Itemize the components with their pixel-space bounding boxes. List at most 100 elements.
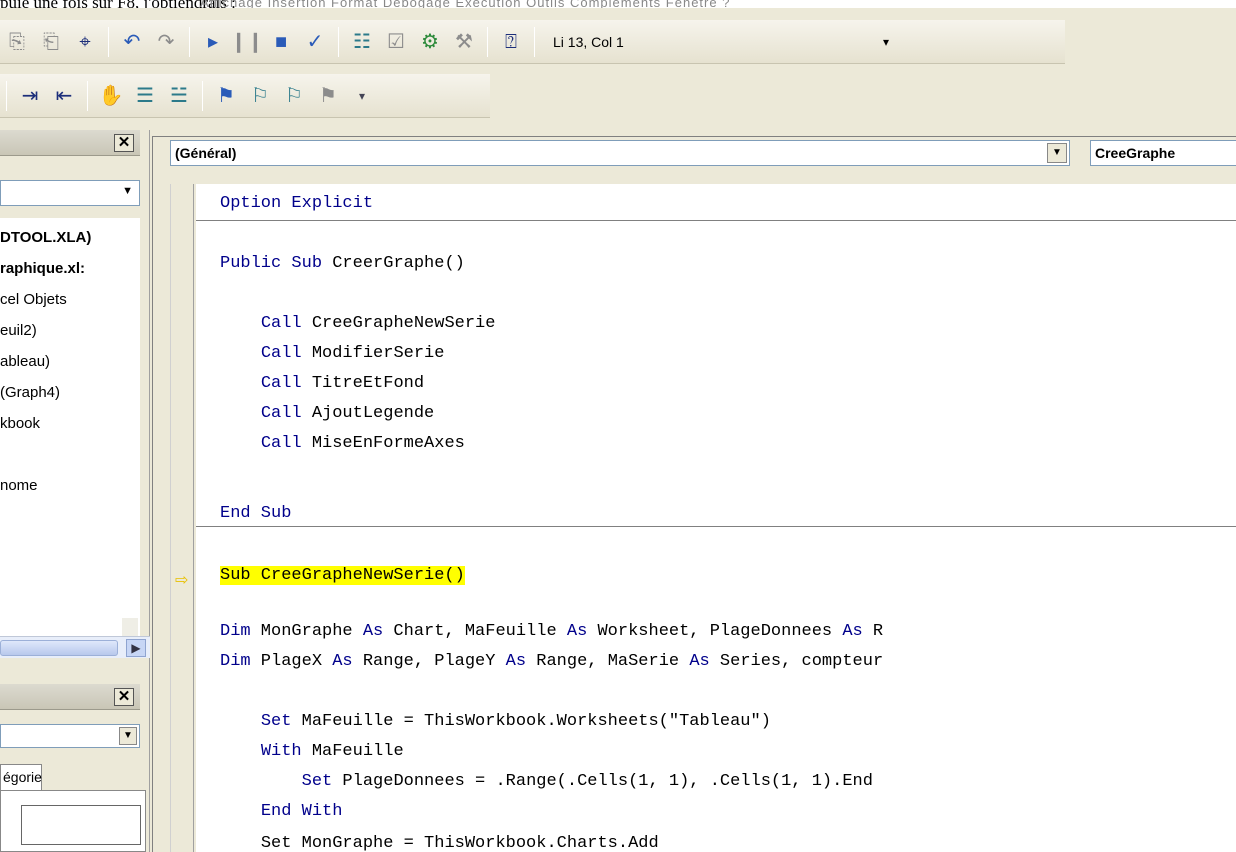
undo-icon[interactable]: ↶ (117, 26, 147, 58)
bookmark-clear-icon[interactable]: ⚑ (313, 80, 343, 112)
code-text: TitreEtFond (301, 374, 425, 393)
find-icon[interactable]: ⌖ (70, 26, 100, 58)
horizontal-scrollbar[interactable]: ▶ (0, 636, 150, 658)
code-line-sub-decl: Public Sub CreerGraphe() (220, 252, 465, 276)
menu-bar-ghost: Affichage Insertion Format Débogage Exéc… (200, 0, 731, 8)
design-mode-icon[interactable]: ✓ (300, 26, 330, 58)
margin-indicator-bar[interactable]: ⇨ (170, 184, 194, 852)
tab-categorie[interactable]: égorie (0, 764, 42, 790)
code-line-end-sub: End Sub (220, 502, 291, 526)
tree-item[interactable]: (Graph4) (0, 383, 60, 403)
close-icon[interactable]: ✕ (114, 688, 134, 706)
toolbar-area: ⎘ ⎗ ⌖ ↶ ↷ ▸ ❙❙ ■ ✓ ☷ ☑ ⚙ ⚒ ⍰ Li 13, Col … (0, 8, 1236, 130)
chevron-down-icon[interactable]: ▼ (122, 185, 133, 197)
tree-item[interactable]: nome (0, 476, 38, 496)
code-text: Series, compteur (709, 652, 884, 671)
code-keyword: Set (301, 772, 333, 791)
scrollbar-thumb[interactable] (0, 640, 118, 656)
chevron-down-icon[interactable]: ▼ (119, 727, 137, 745)
project-explorer-icon[interactable]: ☷ (347, 26, 377, 58)
code-line-call: Call ModifierSerie (220, 342, 445, 366)
code-text: MonGraphe (250, 622, 363, 641)
toolbar-options-icon[interactable]: ▾ (347, 80, 377, 112)
code-keyword: Call (260, 404, 302, 423)
code-text: CreerGraphe() (322, 254, 465, 273)
stop-icon[interactable]: ■ (266, 26, 296, 58)
code-line-call: Call AjoutLegende (220, 402, 434, 426)
comment-icon[interactable]: ☰ (130, 80, 160, 112)
toolbar-separator (487, 26, 488, 57)
bookmark-next-icon[interactable]: ⚐ (245, 80, 275, 112)
property-value-box[interactable] (21, 805, 141, 845)
code-keyword: As (362, 622, 384, 641)
project-explorer-panel: ✕ ▼ DTOOL.XLA) raphique.xl: cel Objets euil… (0, 130, 150, 852)
run-icon[interactable]: ▸ (198, 26, 228, 58)
code-line-call: Call MiseEnFormeAxes (220, 432, 465, 456)
code-keyword: End Sub (220, 504, 292, 523)
help-icon[interactable]: ⍰ (496, 26, 526, 58)
close-icon[interactable]: ✕ (114, 134, 134, 152)
code-text: Worksheet, PlageDonnees (587, 622, 843, 641)
code-editor[interactable]: Option Explicit Public Sub CreerGraphe() … (196, 184, 1236, 852)
code-keyword: Dim (220, 622, 251, 641)
object-browser-icon[interactable]: ⚙ (415, 26, 445, 58)
code-text: Range, MaSerie (526, 652, 690, 671)
code-keyword: As (332, 652, 353, 671)
project-explorer-titlebar: ✕ (0, 130, 140, 156)
code-text: PlageX (250, 652, 333, 671)
code-text: PlageDonnees = .Range(.Cells(1, 1), .Cel… (332, 772, 873, 791)
project-tree: DTOOL.XLA) raphique.xl: cel Objets euil2) ab… (0, 218, 140, 638)
breakpoint-icon[interactable]: ✋ (96, 80, 126, 112)
tree-item[interactable]: kbook (0, 414, 40, 434)
toolbar-separator (534, 26, 535, 57)
indent-icon[interactable]: ⇥ (15, 80, 45, 112)
toolbox-icon[interactable]: ⚒ (449, 26, 479, 58)
code-keyword: Set (260, 712, 292, 731)
uncomment-icon[interactable]: ☱ (164, 80, 194, 112)
code-line-dim: Dim PlageX As Range, PlageY As Range, Ma… (220, 650, 883, 674)
code-line-option: Option Explicit (220, 192, 373, 216)
object-combo[interactable]: (Général) ▼ (170, 140, 1070, 166)
code-keyword: As (842, 622, 863, 641)
execution-arrow-icon: ⇨ (175, 572, 189, 589)
tree-item[interactable]: raphique.xl: (0, 259, 85, 279)
code-line-set: Set PlageDonnees = .Range(.Cells(1, 1), … (220, 770, 873, 794)
tree-item[interactable]: DTOOL.XLA) (0, 228, 91, 248)
properties-object-combo[interactable]: ▼ (0, 724, 140, 748)
code-text: Chart, MaFeuille (383, 622, 567, 641)
code-keyword: As (566, 622, 588, 641)
code-line-dim: Dim MonGraphe As Chart, MaFeuille As Wor… (220, 620, 883, 644)
bookmark-toggle-icon[interactable]: ⚑ (211, 80, 241, 112)
project-combo[interactable]: ▼ (0, 180, 140, 206)
procedure-separator (196, 220, 1236, 221)
code-line-call: Call CreeGrapheNewSerie (220, 312, 496, 336)
tree-item[interactable]: ableau) (0, 352, 50, 372)
code-text: AjoutLegende (301, 404, 435, 423)
tree-selection (122, 618, 138, 638)
tree-item[interactable]: euil2) (0, 321, 37, 341)
toolbar-separator (87, 80, 88, 111)
pause-icon[interactable]: ❙❙ (230, 26, 264, 58)
code-line-current: Sub CreeGrapheNewSerie() (220, 564, 465, 588)
bookmark-prev-icon[interactable]: ⚐ (279, 80, 309, 112)
redo-icon[interactable]: ↷ (151, 26, 181, 58)
code-text: MaFeuille = ThisWorkbook.Worksheets("Tab… (291, 712, 771, 731)
procedure-combo[interactable]: CreeGraphe (1090, 140, 1236, 166)
paste-icon[interactable]: ⎗ (36, 26, 66, 58)
procedure-separator (196, 526, 1236, 527)
code-line-call: Call TitreEtFond (220, 372, 424, 396)
scroll-right-icon[interactable]: ▶ (126, 639, 146, 657)
toolbar-separator (189, 26, 190, 57)
tree-item[interactable]: cel Objets (0, 290, 67, 310)
code-text: CreeGrapheNewSerie (301, 314, 496, 333)
chevron-down-icon[interactable]: ▼ (1047, 143, 1067, 163)
code-text: MaFeuille (301, 742, 404, 761)
code-keyword: As (689, 652, 710, 671)
code-text: R (862, 622, 884, 641)
outdent-icon[interactable]: ⇤ (49, 80, 79, 112)
document-caption: puie une fois sur F8, j'obtiendrais : Af… (0, 0, 1236, 8)
toolbar-options-icon[interactable]: ▾ (883, 35, 889, 49)
copy-icon[interactable]: ⎘ (2, 26, 32, 58)
properties-icon[interactable]: ☑ (381, 26, 411, 58)
code-window: (Général) ▼ CreeGraphe ⇨ Option Explicit… (150, 130, 1236, 852)
